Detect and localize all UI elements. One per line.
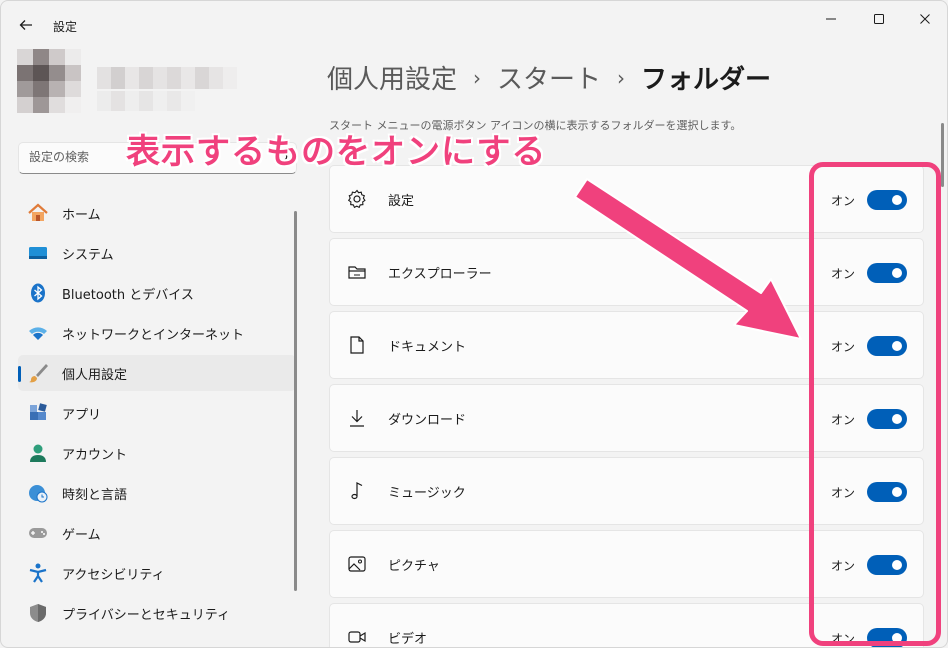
back-button[interactable] — [15, 14, 37, 36]
download-icon — [346, 407, 368, 429]
folder-label: ミュージック — [388, 485, 466, 501]
maximize-button[interactable] — [857, 7, 901, 31]
sidebar-item-privacy[interactable]: プライバシーとセキュリティ — [18, 595, 296, 631]
main-scrollbar[interactable] — [941, 123, 944, 187]
back-arrow-icon — [19, 20, 32, 30]
folder-label: 設定 — [388, 193, 415, 209]
wifi-icon — [27, 322, 49, 344]
breadcrumb: 個人用設定 › スタート › フォルダー — [327, 59, 771, 96]
accessibility-icon — [27, 562, 49, 584]
page-title: フォルダー — [641, 65, 772, 95]
sidebar-item-gaming[interactable]: ゲーム — [18, 515, 296, 551]
person-icon — [27, 442, 49, 464]
folder-icon — [346, 261, 368, 283]
sidebar-scrollbar[interactable] — [294, 211, 297, 591]
close-button[interactable] — [903, 7, 947, 31]
title-bar: 設定 — [1, 1, 947, 49]
sidebar-item-accessibility[interactable]: アクセシビリティ — [18, 555, 296, 591]
gear-icon — [346, 188, 368, 210]
folder-label: ビデオ — [388, 631, 428, 647]
sidebar-item-accounts[interactable]: アカウント — [18, 435, 296, 471]
music-note-icon — [346, 480, 368, 502]
sidebar-item-time-language[interactable]: 時刻と言語 — [18, 475, 296, 511]
maximize-icon — [874, 14, 884, 24]
folder-label: エクスプローラー — [388, 266, 492, 282]
document-icon — [346, 334, 368, 356]
chevron-right-icon: › — [617, 65, 626, 90]
sidebar-item-apps[interactable]: アプリ — [18, 395, 296, 431]
picture-icon — [346, 553, 368, 575]
folder-label: ダウンロード — [388, 412, 467, 428]
apps-icon — [27, 402, 49, 424]
chevron-right-icon: › — [473, 65, 482, 90]
active-indicator — [18, 366, 21, 382]
folder-label: ドキュメント — [388, 339, 467, 355]
globe-clock-icon — [27, 482, 49, 504]
breadcrumb-personalization[interactable]: 個人用設定 — [327, 59, 457, 96]
sidebar-item-bluetooth[interactable]: Bluetooth とデバイス — [18, 275, 296, 311]
breadcrumb-start[interactable]: スタート — [497, 59, 601, 96]
gamepad-icon — [27, 522, 49, 544]
sidebar-nav: ホーム システム Bluetooth とデバイス ネットワークとインターネット — [18, 195, 296, 635]
bluetooth-icon — [27, 282, 49, 304]
close-icon — [920, 14, 930, 24]
monitor-icon — [27, 242, 49, 264]
settings-window: 設定 設定の検索 ホーム システム Bluetooth とデバイス ネットワーク… — [0, 0, 948, 648]
sidebar-item-network[interactable]: ネットワークとインターネット — [18, 315, 296, 351]
annotation-highlight-box — [809, 162, 941, 646]
sidebar-item-system[interactable]: システム — [18, 235, 296, 271]
sidebar-item-home[interactable]: ホーム — [18, 195, 296, 231]
annotation-callout: 表示するものをオンにする — [126, 132, 547, 172]
home-icon — [27, 202, 49, 224]
folder-label: ピクチャ — [388, 558, 440, 574]
avatar[interactable] — [17, 49, 81, 113]
brush-icon — [27, 362, 49, 384]
sidebar-item-personalization[interactable]: 個人用設定 — [18, 355, 296, 391]
shield-icon — [27, 602, 49, 624]
minimize-button[interactable] — [809, 7, 853, 31]
profile-name-blurred — [97, 67, 247, 115]
app-title: 設定 — [53, 20, 78, 34]
video-icon — [346, 626, 368, 647]
minimize-icon — [826, 18, 836, 20]
